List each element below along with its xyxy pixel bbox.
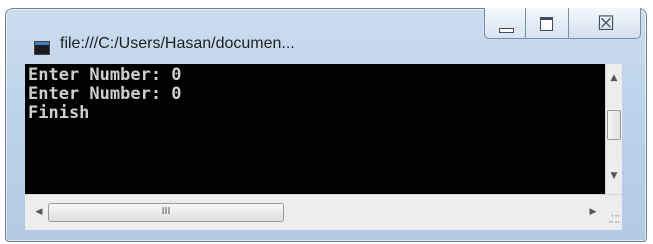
size-grip-icon: ⠠⠤ ⠤⠤ [608, 210, 620, 225]
horizontal-scroll-thumb[interactable]: III [48, 203, 284, 222]
scroll-down-arrow-icon[interactable]: ▼ [606, 168, 622, 184]
vertical-scrollbar[interactable]: ▲ ▼ [605, 64, 622, 194]
scroll-left-arrow-icon[interactable]: ◀ [31, 204, 47, 220]
console-line: Enter Number: 0 [28, 84, 182, 104]
scroll-grip-icon: III [161, 206, 171, 217]
scroll-up-arrow-icon[interactable]: ▲ [606, 70, 622, 86]
console-line: Finish [28, 103, 90, 123]
size-grip[interactable]: ⠠⠤ ⠤⠤ [605, 194, 622, 230]
console-output[interactable]: Enter Number: 0 Enter Number: 0 Finish [25, 64, 605, 194]
minimize-button[interactable] [484, 8, 526, 39]
console-line: Enter Number: 0 [28, 65, 182, 85]
maximize-button[interactable] [526, 8, 569, 39]
caption-buttons: ☒ [484, 8, 641, 40]
close-button[interactable]: ☒ [569, 8, 641, 39]
minimize-icon [499, 28, 514, 33]
window-title: file:///C:/Users/Hasan/documen... [60, 35, 295, 52]
horizontal-scrollbar[interactable]: ◀ III ▶ [25, 194, 605, 230]
maximize-icon [540, 17, 553, 31]
close-icon: ☒ [597, 11, 615, 35]
scroll-right-arrow-icon[interactable]: ▶ [585, 204, 601, 220]
console-app-icon[interactable] [34, 41, 50, 55]
vertical-scroll-thumb[interactable] [607, 110, 621, 140]
